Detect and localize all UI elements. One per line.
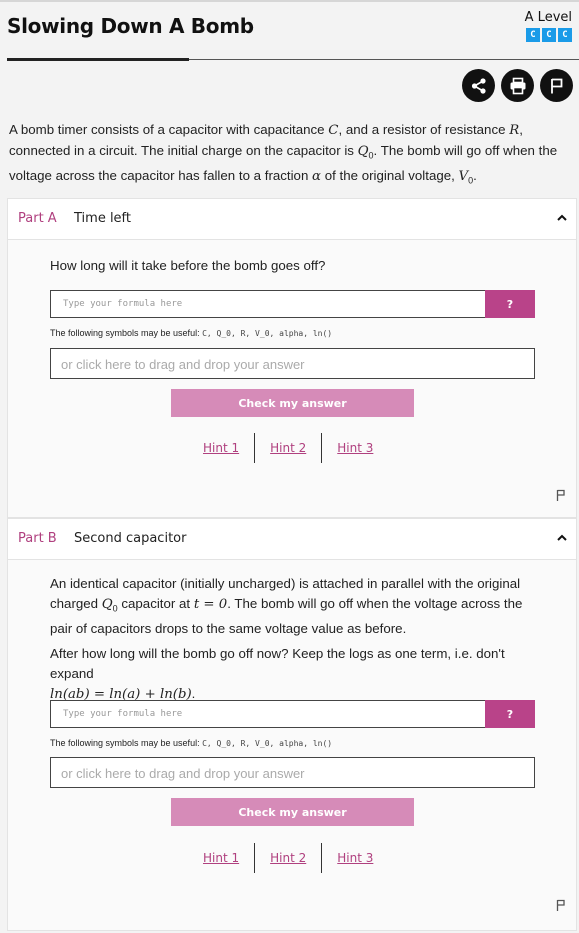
- drag-drop-answer[interactable]: or click here to drag and drop your answ…: [50, 348, 535, 379]
- intro-text: A bomb timer consists of a capacitor wit…: [9, 122, 558, 186]
- formula-placeholder: Type your formula here: [63, 299, 183, 309]
- hints-row: Hint 1 Hint 2 Hint 3: [188, 843, 388, 873]
- part-b-header[interactable]: Part B Second capacitor: [8, 519, 576, 560]
- chevron-up-icon[interactable]: [556, 213, 568, 223]
- help-button[interactable]: ?: [485, 700, 535, 728]
- page-frame: Slowing Down A Bomb A Level C C C A bomb…: [0, 0, 579, 933]
- check-answer-button[interactable]: Check my answer: [171, 798, 414, 826]
- flag-icon: [550, 78, 562, 93]
- symbols-hint: The following symbols may be useful: C, …: [50, 738, 333, 748]
- check-answer-button[interactable]: Check my answer: [171, 389, 414, 417]
- share-icon: [471, 77, 486, 94]
- part-letter: Part B: [18, 531, 57, 546]
- page-actions: [462, 69, 573, 102]
- question-text-2: After how long will the bomb go off now?…: [50, 646, 505, 702]
- share-button[interactable]: [462, 69, 495, 102]
- level-box: C: [542, 28, 556, 42]
- level-boxes: C C C: [525, 28, 572, 42]
- level-box: C: [526, 28, 540, 42]
- title-rule-accent: [7, 58, 189, 61]
- level-indicator: A Level C C C: [525, 10, 572, 42]
- level-label: A Level: [524, 10, 572, 25]
- page-title: Slowing Down A Bomb: [7, 14, 254, 38]
- part-letter: Part A: [18, 211, 57, 226]
- help-button[interactable]: ?: [485, 290, 535, 318]
- symbols-hint: The following symbols may be useful: C, …: [50, 328, 333, 338]
- question-text: An identical capacitor (initially unchar…: [50, 576, 523, 636]
- chevron-up-icon[interactable]: [556, 533, 568, 543]
- report-button[interactable]: [540, 69, 573, 102]
- hint-3-link[interactable]: Hint 3: [322, 441, 388, 455]
- question-text: How long will it take before the bomb go…: [50, 258, 326, 273]
- part-title: Time left: [74, 211, 132, 226]
- hint-1-link[interactable]: Hint 1: [188, 441, 254, 455]
- formula-input[interactable]: Type your formula here ?: [50, 700, 535, 728]
- flag-icon[interactable]: [556, 489, 566, 502]
- hint-2-link[interactable]: Hint 2: [255, 851, 321, 865]
- drop-placeholder: or click here to drag and drop your answ…: [61, 357, 305, 372]
- drag-drop-answer[interactable]: or click here to drag and drop your answ…: [50, 757, 535, 788]
- drop-placeholder: or click here to drag and drop your answ…: [61, 766, 305, 781]
- level-box: C: [558, 28, 572, 42]
- print-button[interactable]: [501, 69, 534, 102]
- part-title: Second capacitor: [74, 531, 187, 546]
- formula-input[interactable]: Type your formula here ?: [50, 290, 535, 318]
- part-a-header[interactable]: Part A Time left: [8, 199, 576, 240]
- hint-2-link[interactable]: Hint 2: [255, 441, 321, 455]
- part-a: Part A Time left How long will it take b…: [7, 198, 577, 518]
- formula-placeholder: Type your formula here: [63, 709, 183, 719]
- flag-icon[interactable]: [556, 899, 566, 912]
- part-b: Part B Second capacitor An identical cap…: [7, 518, 577, 931]
- hint-3-link[interactable]: Hint 3: [322, 851, 388, 865]
- print-icon: [510, 77, 525, 94]
- hints-row: Hint 1 Hint 2 Hint 3: [188, 433, 388, 463]
- hint-1-link[interactable]: Hint 1: [188, 851, 254, 865]
